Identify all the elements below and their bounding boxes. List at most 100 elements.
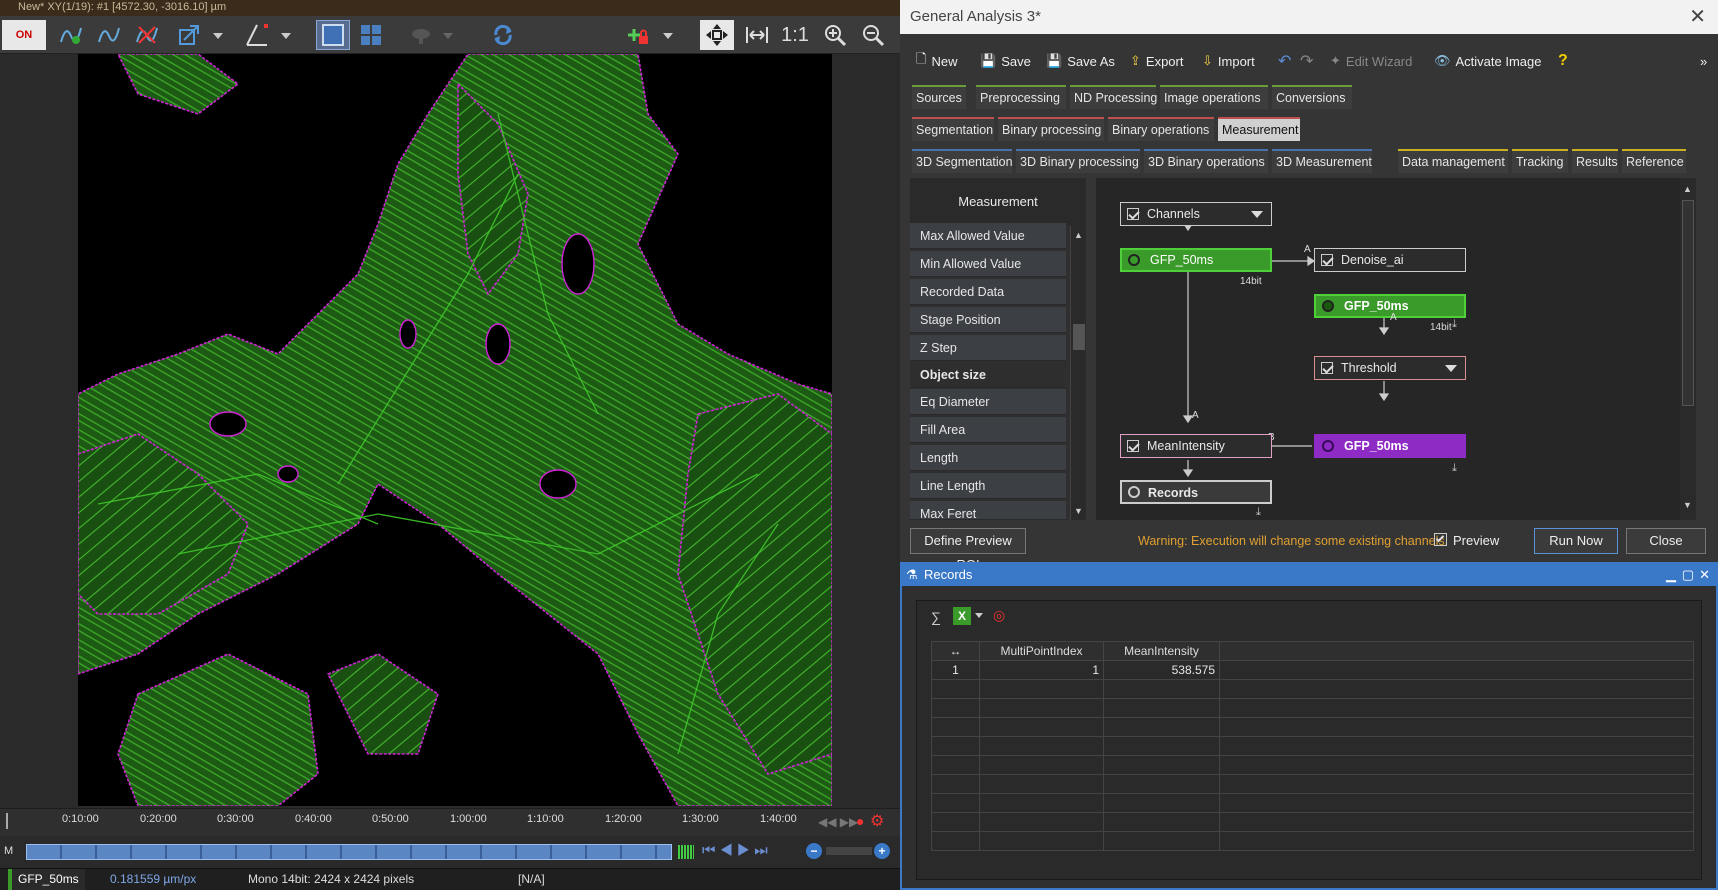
define-preview-roi-button[interactable]: Define Preview ROI xyxy=(910,528,1026,572)
single-view-icon[interactable] xyxy=(316,20,350,50)
table-row[interactable]: 1 1 538.575 xyxy=(931,660,1694,680)
close-icon[interactable]: ✕ xyxy=(1699,564,1710,586)
microscopy-image[interactable] xyxy=(78,54,832,806)
roi-on-toggle[interactable]: ON xyxy=(2,20,46,50)
list-item[interactable]: Z Step xyxy=(910,335,1066,361)
threshold-checkbox[interactable] xyxy=(1321,362,1333,374)
records-node[interactable]: Records xyxy=(1120,480,1272,504)
list-item[interactable]: Length xyxy=(910,445,1066,471)
fit-width-icon[interactable] xyxy=(740,20,774,50)
excel-dropdown-icon[interactable] xyxy=(975,613,983,618)
threshold-node[interactable]: Threshold xyxy=(1314,356,1466,380)
tab-reference[interactable]: Reference xyxy=(1622,149,1686,173)
run-now-button[interactable]: Run Now xyxy=(1534,528,1618,554)
arrow-tool-dropdown-icon[interactable] xyxy=(210,20,226,50)
scroll-down-icon[interactable]: ▼ xyxy=(1683,500,1692,510)
tab-segmentation[interactable]: Segmentation xyxy=(912,117,994,141)
download-arrow-icon[interactable]: ⤓ xyxy=(1256,506,1261,519)
meanintensity-node[interactable]: MeanIntensity xyxy=(1120,434,1272,458)
column-header[interactable]: MeanIntensity xyxy=(1103,641,1220,661)
tab-3d-binary-operations[interactable]: 3D Binary operations xyxy=(1144,149,1268,173)
tile-view-icon[interactable] xyxy=(354,20,388,50)
speed-plus-icon[interactable]: + xyxy=(874,843,890,859)
denoise-node[interactable]: Denoise_ai xyxy=(1314,248,1466,272)
timeline-settings-icon[interactable]: ⚙ xyxy=(870,811,884,831)
minimize-icon[interactable]: ▁ xyxy=(1666,564,1676,586)
multipoint-slider[interactable] xyxy=(26,844,672,860)
help-button[interactable]: ? xyxy=(1558,44,1568,78)
list-item[interactable]: Stage Position xyxy=(910,307,1066,333)
channels-checkbox[interactable] xyxy=(1127,208,1139,220)
tab-measurement[interactable]: Measurement xyxy=(1218,117,1300,141)
preview-checkbox[interactable] xyxy=(1434,533,1447,546)
zoom-one-to-one-button[interactable]: 1:1 xyxy=(778,20,812,50)
tab-preprocessing[interactable]: Preprocessing xyxy=(976,85,1066,109)
activate-image-button[interactable]: 👁 Activate Image xyxy=(1434,44,1542,78)
speed-minus-icon[interactable]: − xyxy=(806,843,822,859)
new-button[interactable]: 🗋 New xyxy=(916,44,957,78)
scroll-up-icon[interactable]: ▲ xyxy=(1074,230,1083,240)
add-point-dropdown-icon[interactable] xyxy=(660,20,676,50)
playback-controls-icon[interactable]: ⏮◀▶⏭ xyxy=(702,842,772,859)
tab-3d-segmentation[interactable]: 3D Segmentation xyxy=(912,149,1013,173)
download-arrow-icon[interactable]: ⤓ xyxy=(1452,318,1457,331)
save-as-button[interactable]: 💾 Save As xyxy=(1046,44,1115,78)
tab-binary-processing[interactable]: Binary processing xyxy=(998,117,1104,141)
fit-to-screen-icon[interactable] xyxy=(700,20,734,50)
undo-button[interactable]: ↶ xyxy=(1278,44,1291,78)
tab-image-operations[interactable]: Image operations xyxy=(1160,85,1268,109)
list-item[interactable]: Eq Diameter xyxy=(910,389,1066,415)
speed-slider[interactable] xyxy=(826,847,872,855)
list-item[interactable]: Max Allowed Value xyxy=(910,223,1066,249)
tab-conversions[interactable]: Conversions xyxy=(1272,85,1352,109)
scroll-thumb[interactable] xyxy=(1682,200,1694,406)
line-tool-icon[interactable] xyxy=(240,20,274,50)
list-item[interactable]: Min Allowed Value xyxy=(910,251,1066,277)
tab-nd-processing[interactable]: ND Processing xyxy=(1070,85,1157,109)
gfp-source-channel[interactable]: GFP_50ms xyxy=(1120,248,1272,272)
add-point-lock-icon[interactable] xyxy=(620,20,654,50)
list-item[interactable]: Recorded Data xyxy=(910,279,1066,305)
list-item[interactable]: Max Feret xyxy=(910,501,1066,521)
measurement-list-scrollbar[interactable]: ▲ ▼ xyxy=(1070,226,1086,520)
save-button[interactable]: 💾 Save xyxy=(980,44,1031,78)
meanintensity-checkbox[interactable] xyxy=(1127,440,1139,452)
refresh-icon[interactable] xyxy=(486,20,520,50)
threshold-dropdown-icon[interactable] xyxy=(1445,365,1457,372)
row-resize-icon[interactable]: ↔ xyxy=(931,641,980,661)
timeline-nav-arrows-icon[interactable]: ◀◀ ▶▶ xyxy=(818,815,858,829)
scroll-down-icon[interactable]: ▼ xyxy=(1074,506,1083,516)
curve-icon[interactable] xyxy=(92,20,126,50)
tab-tracking[interactable]: Tracking xyxy=(1512,149,1568,173)
column-header[interactable]: MultiPointIndex xyxy=(979,641,1104,661)
list-item[interactable]: Fill Area xyxy=(910,417,1066,443)
image-viewer[interactable] xyxy=(0,54,900,808)
tab-3d-binary-processing[interactable]: 3D Binary processing xyxy=(1016,149,1140,173)
tab-3d-measurement[interactable]: 3D Measurement xyxy=(1272,149,1372,173)
auto-contrast-icon[interactable] xyxy=(54,20,88,50)
import-button[interactable]: ⇩ Import xyxy=(1202,44,1255,78)
analysis-graph-canvas[interactable]: Channels GFP_50ms 14bit A Denoise_ai GFP… xyxy=(1096,178,1696,520)
pin-icon[interactable]: ● xyxy=(856,813,864,829)
arrow-tool-icon[interactable] xyxy=(172,20,206,50)
reset-curve-icon[interactable] xyxy=(130,20,164,50)
tab-results[interactable]: Results xyxy=(1572,149,1618,173)
maximize-icon[interactable]: ▢ xyxy=(1682,564,1694,586)
zoom-out-icon[interactable] xyxy=(856,20,890,50)
timeline-cursor[interactable] xyxy=(6,813,8,829)
channels-dropdown-icon[interactable] xyxy=(1251,211,1263,218)
gfp-binary-channel[interactable]: GFP_50ms xyxy=(1314,434,1466,458)
tab-sources[interactable]: Sources xyxy=(912,85,966,109)
line-tool-dropdown-icon[interactable] xyxy=(278,20,294,50)
timeline[interactable]: 0:10:00 0:20:00 0:30:00 0:40:00 0:50:00 … xyxy=(0,808,900,836)
scroll-up-icon[interactable]: ▲ xyxy=(1683,184,1692,194)
scroll-thumb[interactable] xyxy=(1073,324,1085,350)
ga-close-icon[interactable]: ✕ xyxy=(1689,0,1706,34)
record-target-icon[interactable]: ◎ xyxy=(993,607,1005,624)
tab-data-management[interactable]: Data management xyxy=(1398,149,1508,173)
close-button[interactable]: Close xyxy=(1626,528,1706,554)
canvas-scrollbar[interactable]: ▲ ▼ xyxy=(1680,178,1696,520)
channels-node[interactable]: Channels xyxy=(1120,202,1272,226)
tab-binary-operations[interactable]: Binary operations xyxy=(1108,117,1214,141)
excel-export-icon[interactable]: X xyxy=(953,607,971,625)
